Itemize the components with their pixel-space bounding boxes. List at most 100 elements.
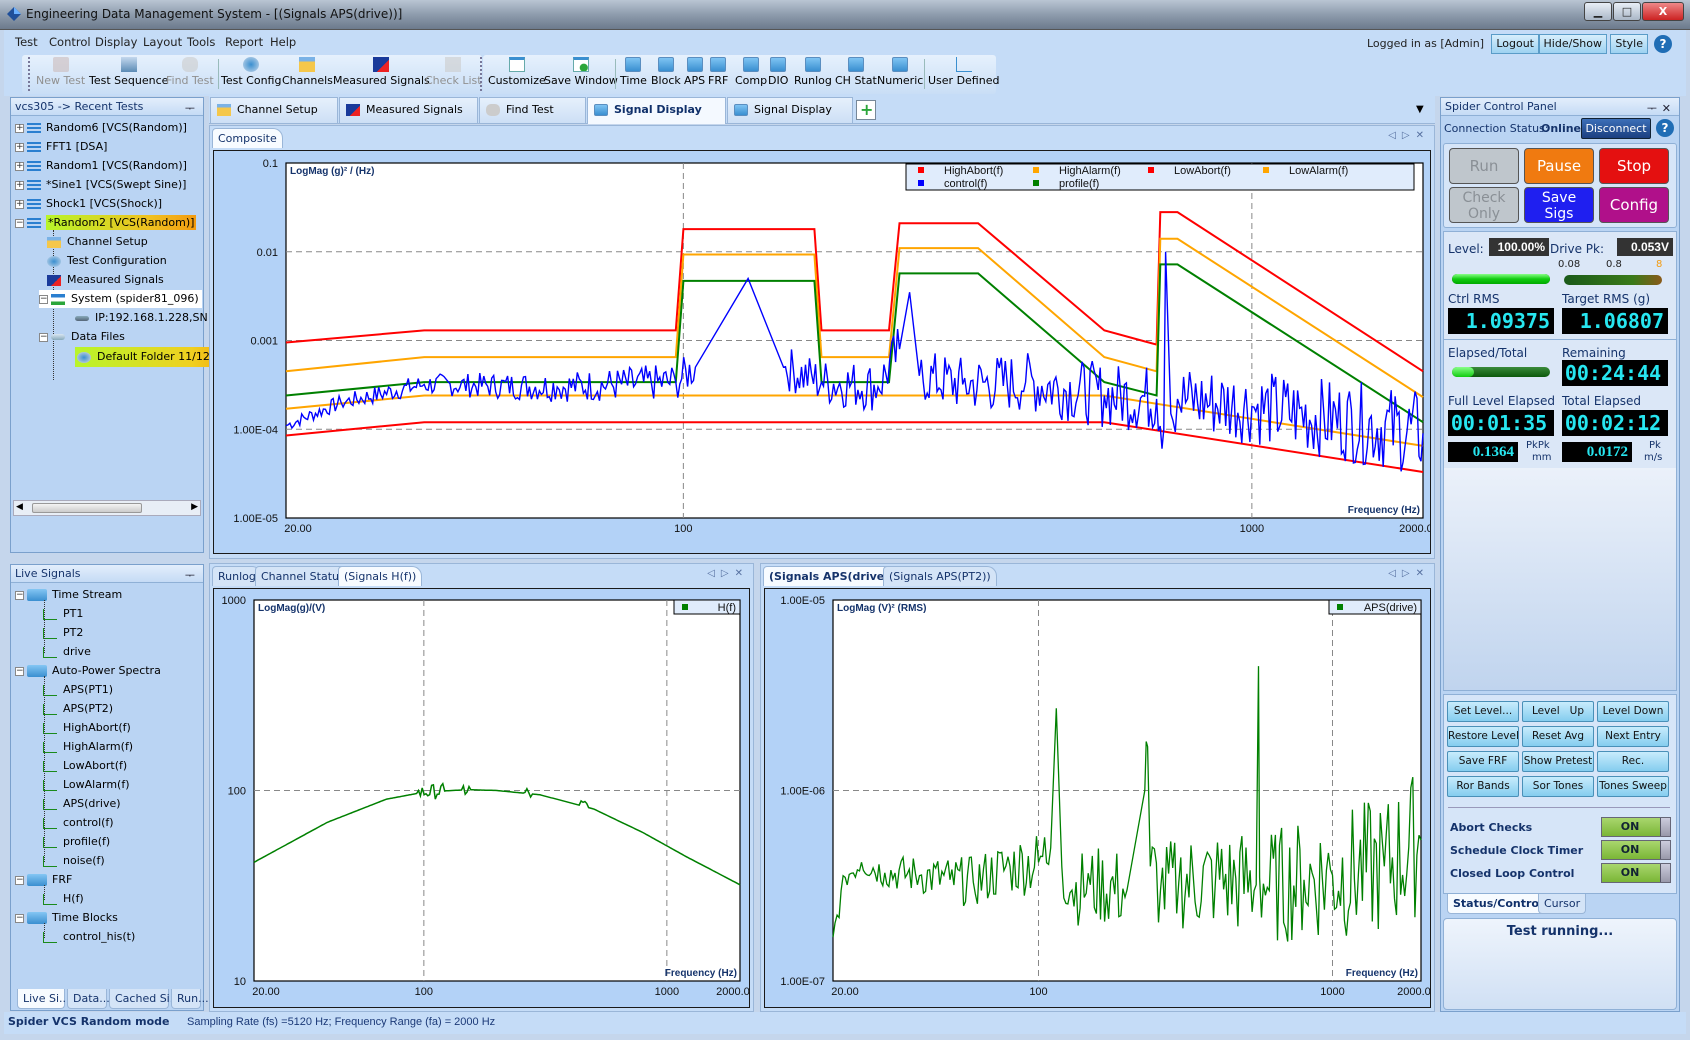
tab-list-dropdown-icon[interactable]: ▼ xyxy=(1416,104,1424,115)
tab-channel-setup[interactable]: Channel Setup xyxy=(210,97,338,123)
window-nav-controls[interactable]: ◁▷✕ xyxy=(707,568,749,579)
expand-icon[interactable]: + xyxy=(15,161,24,171)
live-signal-item[interactable]: LowAbort(f) xyxy=(43,757,127,775)
close-panel-icon[interactable]: ✕ xyxy=(1662,100,1671,117)
tree-item-test[interactable]: + Shock1 [VCS(Shock)] xyxy=(15,195,162,213)
run-button[interactable]: Run xyxy=(1449,148,1519,184)
tab-signal-display[interactable]: Signal Display xyxy=(727,97,853,123)
live-signal-item[interactable]: APS(PT1) xyxy=(43,681,113,699)
tab-signals-hf[interactable]: (Signals H(f)) xyxy=(338,566,423,586)
tab-cached-signals[interactable]: Cached Si... xyxy=(109,989,180,1009)
tab-data[interactable]: Data... xyxy=(67,989,110,1009)
ror-bands-button[interactable]: Ror Bands xyxy=(1447,776,1519,797)
find-test-button[interactable]: Find Test xyxy=(166,55,214,93)
check-list-button[interactable]: Check List xyxy=(425,55,482,93)
tree-item-device-ip[interactable]: IP:192.168.1.228,SN:6 xyxy=(75,309,218,327)
composite-chart[interactable]: 0.1 0.01 0.001 1.00E-04 1.00E-05 20.00 100 1000… xyxy=(214,151,1439,553)
live-signal-item[interactable]: H(f) xyxy=(43,890,84,908)
tree-item-active-test[interactable]: − *Random2 [VCS(Random)] xyxy=(15,214,197,232)
test-sequence-button[interactable]: Test Sequence xyxy=(89,55,168,93)
tree-item-channel-setup[interactable]: Channel Setup xyxy=(47,233,148,251)
menu-control[interactable]: Control xyxy=(49,35,91,49)
tab-channel-status[interactable]: Channel Status xyxy=(255,566,351,586)
tree-item-test[interactable]: + FFT1 [DSA] xyxy=(15,138,107,156)
aps-drive-chart[interactable]: 1.00E-05 1.00E-06 1.00E-07 20.00 100 1000 2000… xyxy=(765,589,1437,1007)
time-button[interactable]: Time xyxy=(620,55,647,93)
add-tab-button[interactable]: + xyxy=(856,100,876,120)
tab-cursor[interactable]: Cursor xyxy=(1538,894,1587,914)
expand-icon[interactable]: + xyxy=(15,123,24,133)
comp-button[interactable]: Comp xyxy=(735,55,767,93)
collapse-icon[interactable]: − xyxy=(15,218,24,228)
customize-button[interactable]: Customize xyxy=(488,55,546,93)
aps-button[interactable]: APS xyxy=(684,55,705,93)
tree-item-test-configuration[interactable]: Test Configuration xyxy=(47,252,167,270)
toolbar-grip[interactable] xyxy=(28,57,31,91)
collapse-icon[interactable]: − xyxy=(15,666,24,676)
hf-chart[interactable]: 1000 100 10 20.00 100 1000 2000.00 LogMag(g)/(V… xyxy=(214,589,756,1007)
tab-composite[interactable]: Composite xyxy=(212,128,283,148)
tree-item-test[interactable]: + Random6 [VCS(Random)] xyxy=(15,119,187,137)
toolbar-grip[interactable] xyxy=(480,57,483,91)
live-group[interactable]: − Time Stream xyxy=(15,586,122,604)
close-window-button[interactable]: X xyxy=(1642,2,1684,21)
menu-test[interactable]: Test xyxy=(15,35,38,49)
reset-avg-button[interactable]: Reset Avg xyxy=(1522,726,1594,747)
menu-help[interactable]: Help xyxy=(270,35,296,49)
live-signal-item[interactable]: APS(PT2) xyxy=(43,700,113,718)
live-signal-item[interactable]: LowAlarm(f) xyxy=(43,776,129,794)
tab-run[interactable]: Run... xyxy=(171,989,209,1009)
tones-sweep-button[interactable]: Tones Sweep xyxy=(1597,776,1669,797)
check-only-button[interactable]: Check Only xyxy=(1449,187,1519,223)
measured-signals-button[interactable]: Measured Signals xyxy=(333,55,430,93)
tab-find-test[interactable]: Find Test xyxy=(479,97,586,123)
pin-icon[interactable]: ᅮ xyxy=(1647,100,1657,117)
hide-show-button[interactable]: Hide/Show xyxy=(1538,34,1607,54)
pin-icon[interactable]: ᅮ xyxy=(185,567,195,584)
live-group[interactable]: − Auto-Power Spectra xyxy=(15,662,161,680)
menu-layout[interactable]: Layout xyxy=(143,35,182,49)
collapse-icon[interactable]: − xyxy=(39,294,48,304)
save-window-button[interactable]: Save Window xyxy=(544,55,618,93)
level-up-button[interactable]: Level Up xyxy=(1522,701,1594,722)
tab-live-signals[interactable]: Live Si... xyxy=(17,989,70,1009)
window-nav-controls[interactable]: ◁▷✕ xyxy=(1388,130,1430,141)
new-test-button[interactable]: New Test xyxy=(36,55,85,93)
scrollbar-thumb[interactable] xyxy=(32,503,142,513)
next-entry-button[interactable]: Next Entry xyxy=(1597,726,1669,747)
tab-signal-display-active[interactable]: Signal Display xyxy=(587,97,726,124)
stop-button[interactable]: Stop xyxy=(1599,148,1669,184)
minimize-button[interactable]: ▁ xyxy=(1584,2,1612,21)
collapse-icon[interactable]: − xyxy=(39,332,48,342)
tab-measured-signals[interactable]: Measured Signals xyxy=(339,97,478,123)
disconnect-button[interactable]: Disconnect xyxy=(1581,118,1651,139)
config-button[interactable]: Config xyxy=(1599,187,1669,223)
pause-button[interactable]: Pause xyxy=(1524,148,1594,184)
schedule-clock-timer-toggle[interactable]: ON xyxy=(1601,840,1671,860)
restore-level-button[interactable]: Restore Level xyxy=(1447,726,1519,747)
numeric-button[interactable]: Numeric xyxy=(877,55,923,93)
toggle-knob[interactable] xyxy=(1660,818,1670,836)
live-group[interactable]: − Time Blocks xyxy=(15,909,118,927)
runlog-button[interactable]: Runlog xyxy=(794,55,832,93)
dio-button[interactable]: DIO xyxy=(768,55,788,93)
pin-icon[interactable]: ᅮ xyxy=(185,100,195,117)
help-icon[interactable]: ? xyxy=(1654,35,1672,53)
live-signal-item[interactable]: control(f) xyxy=(43,814,114,832)
sor-tones-button[interactable]: Sor Tones xyxy=(1522,776,1594,797)
maximize-button[interactable]: □ xyxy=(1613,2,1641,21)
show-pretest-button[interactable]: Show Pretest xyxy=(1522,751,1594,772)
menu-display[interactable]: Display xyxy=(95,35,137,49)
tree-item-test[interactable]: + *Sine1 [VCS(Swept Sine)] xyxy=(15,176,186,194)
live-signal-item[interactable]: drive xyxy=(43,643,91,661)
set-level-button[interactable]: Set Level... xyxy=(1447,701,1519,722)
logout-button[interactable]: Logout xyxy=(1491,34,1539,54)
menu-tools[interactable]: Tools xyxy=(187,35,215,49)
live-signal-item[interactable]: PT1 xyxy=(43,605,83,623)
live-signal-item[interactable]: noise(f) xyxy=(43,852,105,870)
scroll-left-icon[interactable]: ◀ xyxy=(16,502,23,512)
collapse-icon[interactable]: − xyxy=(15,913,24,923)
live-signal-item[interactable]: PT2 xyxy=(43,624,83,642)
live-signal-item[interactable]: HighAlarm(f) xyxy=(43,738,133,756)
menu-report[interactable]: Report xyxy=(225,35,263,49)
